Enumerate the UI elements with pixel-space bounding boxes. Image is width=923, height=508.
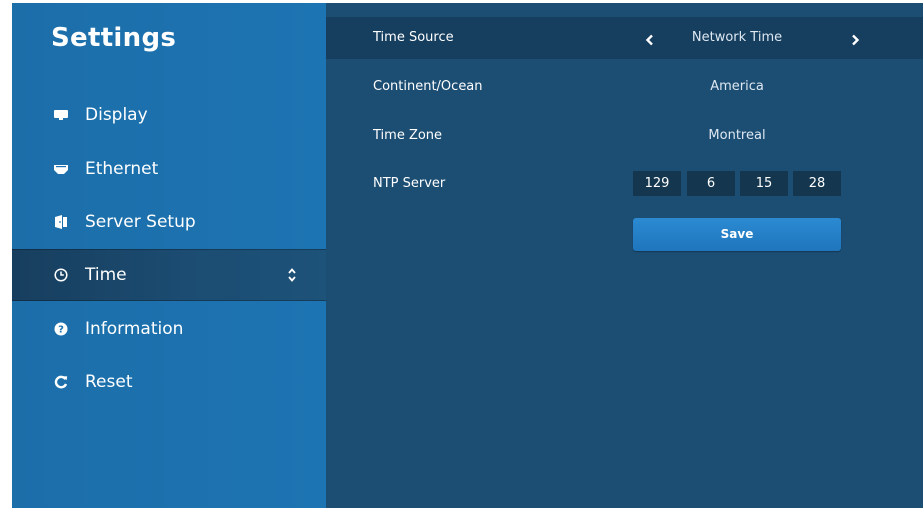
sidebar-item-label: Reset [85,372,133,392]
sidebar-item-ethernet[interactable]: Ethernet [12,143,326,195]
sidebar-item-label: Information [85,319,184,339]
settings-screen: Settings Display Ethernet Server Setup T… [12,3,923,508]
clock-icon [53,267,69,283]
save-button[interactable]: Save [633,218,841,251]
sidebar-item-label: Ethernet [85,159,159,179]
time-zone-label: Time Zone [373,128,443,143]
sidebar-item-label: Server Setup [85,212,196,232]
sidebar-item-information[interactable]: ? Information [12,303,326,355]
question-circle-icon: ? [53,321,69,337]
continent-value[interactable]: America [632,79,842,94]
sidebar-item-label: Time [85,265,127,285]
ntp-octet-3-input[interactable]: 15 [740,171,788,196]
svg-text:?: ? [58,325,64,336]
ntp-octet-1-input[interactable]: 129 [633,171,681,196]
chevron-right-icon[interactable] [848,32,862,46]
ethernet-icon [53,161,69,177]
sidebar-item-reset[interactable]: Reset [12,356,326,408]
sidebar: Settings Display Ethernet Server Setup T… [12,3,326,508]
sidebar-item-time[interactable]: Time [12,249,326,301]
sidebar-item-label: Display [85,105,148,125]
ntp-octet-2-input[interactable]: 6 [687,171,735,196]
time-source-row: Time Source Network Time [326,17,923,59]
ntp-octet-4-input[interactable]: 28 [793,171,841,196]
refresh-icon [53,374,69,390]
time-source-value: Network Time [691,30,783,45]
server-icon [53,214,69,230]
sidebar-title: Settings [51,23,177,53]
time-zone-value[interactable]: Montreal [632,128,842,143]
sidebar-item-display[interactable]: Display [12,89,326,141]
chevron-up-down-icon [287,266,297,284]
monitor-icon [53,107,69,123]
sidebar-item-server-setup[interactable]: Server Setup [12,196,326,248]
ntp-server-label: NTP Server [373,176,446,191]
time-settings-panel: Time Source Network Time Continent/Ocean… [326,3,923,508]
time-source-label: Time Source [373,30,454,45]
continent-label: Continent/Ocean [373,79,483,94]
